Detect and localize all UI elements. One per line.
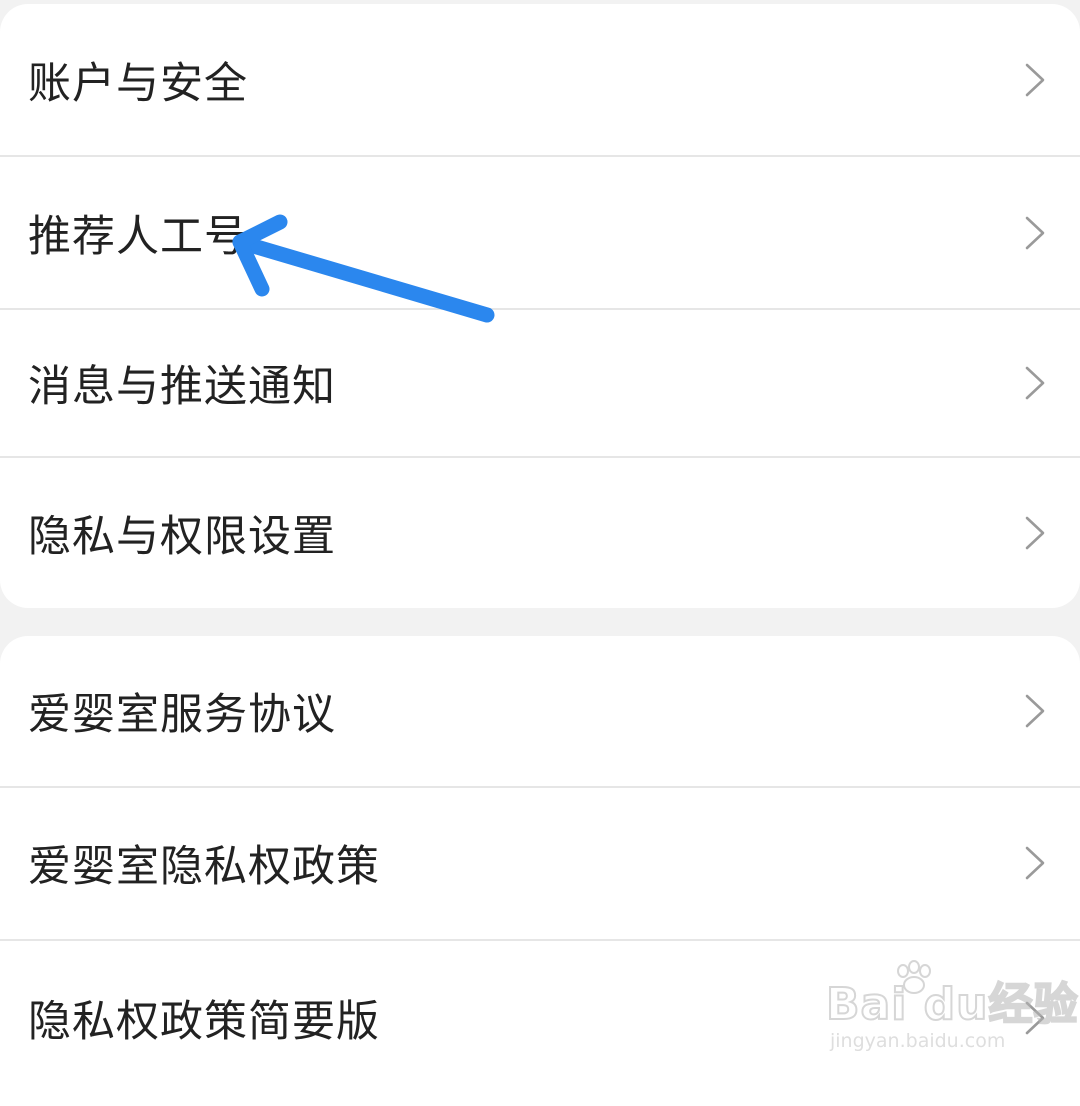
chevron-right-icon bbox=[1025, 1001, 1045, 1035]
settings-item-label: 账户与安全 bbox=[28, 59, 248, 109]
settings-group-1: 账户与安全 推荐人工号 消息与推送通知 隐私与权限设置 bbox=[0, 4, 1080, 608]
chevron-right-icon bbox=[1025, 694, 1045, 728]
settings-item-referrer-id[interactable]: 推荐人工号 bbox=[0, 157, 1080, 309]
settings-item-account-security[interactable]: 账户与安全 bbox=[0, 4, 1080, 156]
settings-item-privacy-permissions[interactable]: 隐私与权限设置 bbox=[0, 458, 1080, 608]
settings-item-messages-notifications[interactable]: 消息与推送通知 bbox=[0, 310, 1080, 456]
chevron-right-icon bbox=[1025, 63, 1045, 97]
settings-item-label: 隐私权政策简要版 bbox=[28, 997, 380, 1047]
settings-group-2: 爱婴室服务协议 爱婴室隐私权政策 隐私权政策简要版 bbox=[0, 636, 1080, 1106]
chevron-right-icon bbox=[1025, 216, 1045, 250]
chevron-right-icon bbox=[1025, 846, 1045, 880]
chevron-right-icon bbox=[1025, 366, 1045, 400]
settings-item-label: 推荐人工号 bbox=[28, 212, 248, 262]
settings-item-label: 爱婴室隐私权政策 bbox=[28, 842, 380, 892]
settings-item-service-agreement[interactable]: 爱婴室服务协议 bbox=[0, 636, 1080, 786]
settings-item-label: 隐私与权限设置 bbox=[28, 512, 336, 562]
settings-item-privacy-policy[interactable]: 爱婴室隐私权政策 bbox=[0, 788, 1080, 938]
chevron-right-icon bbox=[1025, 516, 1045, 550]
settings-item-label: 爱婴室服务协议 bbox=[28, 690, 336, 740]
settings-item-label: 消息与推送通知 bbox=[28, 362, 336, 412]
settings-item-privacy-policy-brief[interactable]: 隐私权政策简要版 bbox=[0, 941, 1080, 1095]
